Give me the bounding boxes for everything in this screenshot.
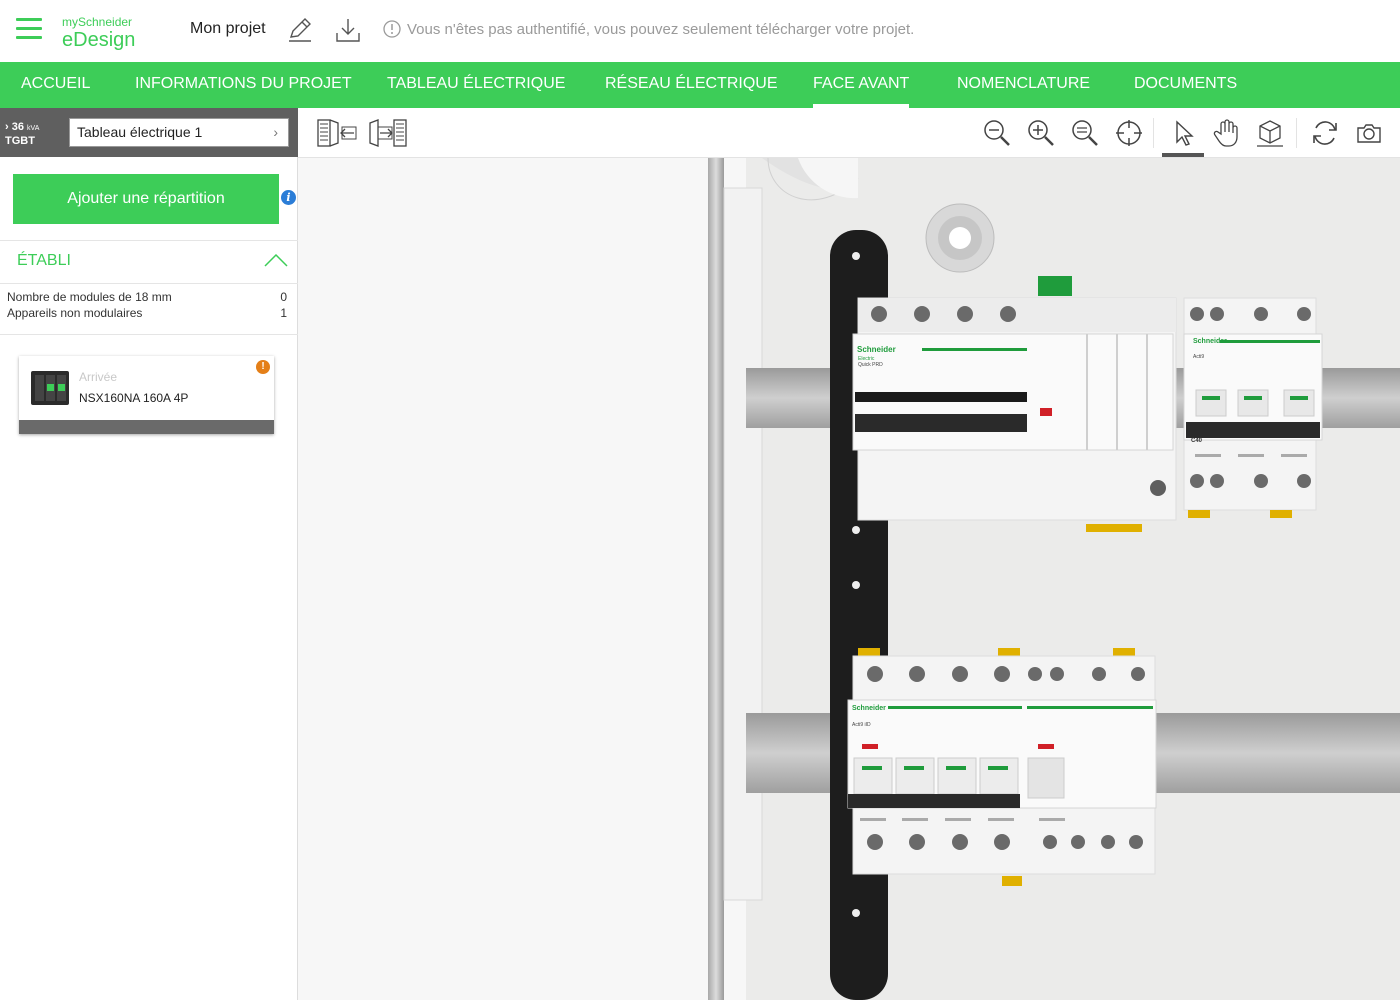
chevron-up-icon[interactable]: [264, 252, 288, 268]
bottom-breaker-group[interactable]: Schneider Acti9 iID: [847, 648, 1157, 886]
3d-viewport[interactable]: Schneider Electric Quick PRD Schneider A…: [298, 158, 1400, 1000]
active-tool-indicator: [1162, 153, 1204, 157]
info-icon[interactable]: i: [281, 190, 296, 205]
pan-hand-icon[interactable]: [1211, 118, 1241, 148]
board-bar: › 36 kVA TGBT Tableau électrique 1 ›: [0, 108, 298, 157]
panel-door-in-icon[interactable]: [316, 118, 358, 148]
edit-pencil-icon[interactable]: [286, 16, 314, 44]
top-small-breaker[interactable]: Schneider Acti9 C40: [1183, 297, 1323, 518]
board-info[interactable]: › 36 kVA TGBT: [5, 121, 39, 148]
power-unit: kVA: [27, 125, 40, 132]
app-header: mySchneider eDesign Mon projet Vous n'êt…: [0, 0, 1400, 62]
section-title-etabli[interactable]: ÉTABLI: [17, 252, 71, 270]
panel-3d-render: Schneider Electric Quick PRD Schneider A…: [298, 158, 1400, 1000]
toolbar-separator: [1153, 118, 1154, 148]
panel-door-out-icon[interactable]: [368, 118, 410, 148]
device-role: Arrivée: [79, 370, 118, 384]
rotate-3d-icon[interactable]: [1255, 118, 1285, 148]
power-value: 36: [11, 121, 24, 133]
auth-warning: Vous n'êtes pas authentifié, vous pouvez…: [383, 20, 914, 38]
refresh-icon[interactable]: [1310, 118, 1340, 148]
device-name: NSX160NA 160A 4P: [79, 391, 189, 405]
brand-label: Schneider: [1193, 338, 1227, 345]
brand-big: eDesign: [62, 29, 136, 51]
download-icon[interactable]: [334, 16, 362, 44]
board-code: TGBT: [5, 135, 35, 147]
chevron-right-icon: ›: [273, 124, 278, 140]
target-icon[interactable]: [1114, 118, 1144, 148]
product-tag: Quick PRD: [858, 362, 883, 368]
left-panel: › 36 kVA TGBT Tableau électrique 1 › Ajo…: [0, 108, 298, 1000]
top-breaker-group[interactable]: Schneider Electric Quick PRD: [852, 276, 1177, 532]
stat-value: 1: [280, 306, 287, 320]
divider: [0, 334, 298, 335]
stat-row: Nombre de modules de 18 mm 0: [7, 290, 287, 304]
device-card[interactable]: Arrivée NSX160NA 160A 4P !: [19, 356, 274, 434]
breaker-thumbnail-icon: [31, 371, 69, 405]
tab-nomenclature[interactable]: NOMENCLATURE: [957, 62, 1090, 108]
zoom-out-icon[interactable]: [982, 118, 1012, 148]
stat-value: 0: [280, 290, 287, 304]
brand-label: Schneider: [857, 345, 896, 354]
zoom-reset-icon[interactable]: [1070, 118, 1100, 148]
product-tag: Acti9 iID: [852, 722, 871, 728]
viewer-toolbar: [298, 108, 1400, 158]
tab-informations-projet[interactable]: INFORMATIONS DU PROJET: [135, 62, 352, 108]
product-tag: Acti9: [1193, 354, 1204, 360]
divider: [0, 240, 298, 241]
brand-label: Schneider: [852, 705, 886, 712]
chevron-right-icon: ›: [5, 121, 9, 133]
auth-warning-text: Vous n'êtes pas authentifié, vous pouvez…: [407, 20, 915, 38]
main-nav: ACCUEIL INFORMATIONS DU PROJET TABLEAU É…: [0, 62, 1400, 108]
tab-tableau-electrique[interactable]: TABLEAU ÉLECTRIQUE: [387, 62, 565, 108]
tab-documents[interactable]: DOCUMENTS: [1134, 62, 1237, 108]
stat-row: Appareils non modulaires 1: [7, 306, 287, 320]
tab-face-avant[interactable]: FACE AVANT: [813, 62, 910, 108]
board-selector-value: Tableau électrique 1: [77, 124, 203, 140]
tab-accueil[interactable]: ACCUEIL: [21, 62, 90, 108]
brand-small: mySchneider: [62, 15, 133, 29]
stat-label: Nombre de modules de 18 mm: [7, 290, 172, 304]
project-name: Mon projet: [190, 20, 266, 37]
rating-label: C40: [1191, 438, 1203, 444]
divider: [0, 283, 298, 284]
warning-circle-icon: [383, 20, 401, 38]
door-hinge-post: [708, 158, 724, 1000]
zoom-in-icon[interactable]: [1026, 118, 1056, 148]
camera-icon[interactable]: [1354, 118, 1384, 148]
add-distribution-button[interactable]: Ajouter une répartition: [13, 174, 279, 224]
tab-reseau-electrique[interactable]: RÉSEAU ÉLECTRIQUE: [605, 62, 777, 108]
menu-icon[interactable]: [16, 18, 42, 40]
board-selector[interactable]: Tableau électrique 1 ›: [69, 118, 289, 147]
toolbar-separator: [1296, 118, 1297, 148]
select-cursor-icon[interactable]: [1168, 118, 1198, 148]
app-logo[interactable]: mySchneider eDesign: [62, 15, 135, 51]
device-card-footer: [19, 420, 274, 434]
stat-label: Appareils non modulaires: [7, 306, 143, 320]
warning-badge-icon[interactable]: !: [256, 360, 270, 374]
